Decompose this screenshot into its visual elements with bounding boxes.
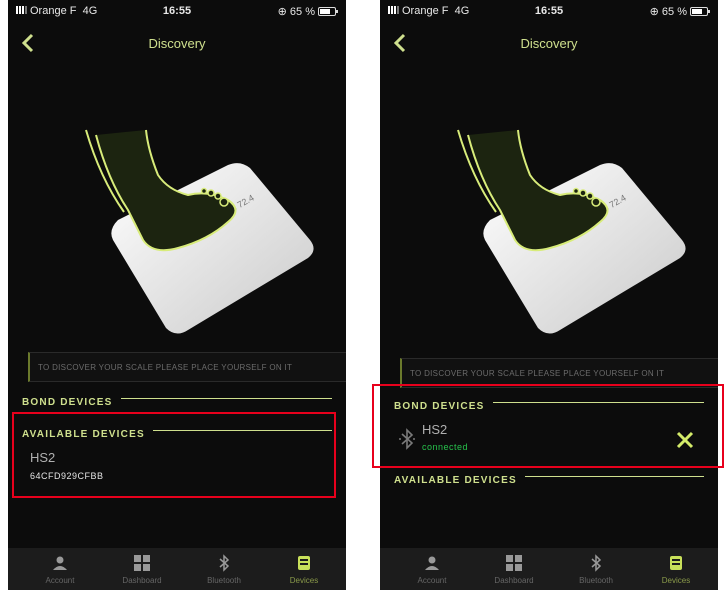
tab-label: Dashboard [122,576,162,585]
phone-screen-discovery-before: Orange F 4G 16:55 ⊕ 65 % Discovery 8 72.… [8,0,346,590]
person-icon [53,556,67,570]
tab-label: Account [417,576,447,585]
phone-screen-discovery-after: Orange F 4G 16:55 ⊕ 65 % Discovery 8 72.… [380,0,718,590]
person-icon [425,556,439,570]
foot-on-scale-illustration: 8 72.4 [85,129,314,334]
page-title: Discovery [148,36,206,51]
foot-icon [85,129,237,252]
tab-label: Bluetooth [579,576,613,585]
tab-account[interactable]: Account [18,548,102,590]
battery-icon [690,7,710,16]
highlight-box-available-devices [12,412,336,498]
section-label: AVAILABLE DEVICES [394,475,525,486]
status-bar: Orange F 4G 16:55 ⊕ 65 % [380,0,718,22]
section-label: AVAILABLE DEVICES [22,429,153,440]
tab-dashboard[interactable]: Dashboard [472,548,556,590]
foot-on-scale-illustration: 8 72.4 [457,129,686,334]
tab-bar: Account Dashboard Bluetooth Devices [380,548,718,590]
foot-icon [457,129,609,252]
grid-icon [506,555,522,571]
alarm-icon: ⊕ [649,6,659,18]
tab-account[interactable]: Account [390,548,474,590]
highlight-box-bond-devices [372,384,724,468]
bluetooth-icon [219,554,230,572]
alarm-icon: ⊕ [277,6,287,18]
grid-icon [134,555,150,571]
tab-label: Bluetooth [207,576,241,585]
battery: ⊕ 65 % [277,5,338,18]
page-title: Discovery [520,36,578,51]
tab-devices[interactable]: Devices [262,548,346,590]
tab-devices[interactable]: Devices [634,548,718,590]
tab-label: Dashboard [494,576,534,585]
tab-label: Account [45,576,75,585]
tab-label: Devices [661,576,691,585]
tab-label: Devices [289,576,319,585]
bluetooth-icon [591,554,602,572]
tab-bar: Account Dashboard Bluetooth Devices [8,548,346,590]
status-bar: Orange F 4G 16:55 ⊕ 65 % [8,0,346,22]
battery-percent: 65 % [289,6,315,18]
section-available-devices: AVAILABLE DEVICES [394,470,704,486]
tab-dashboard[interactable]: Dashboard [100,548,184,590]
scale-icon [670,556,682,570]
scale-icon [298,556,310,570]
nav-bar: Discovery [8,22,346,66]
tab-bluetooth[interactable]: Bluetooth [182,548,266,590]
battery: ⊕ 65 % [649,5,710,18]
battery-icon [318,7,338,16]
section-bond-devices: BOND DEVICES [22,392,332,408]
nav-bar: Discovery [380,22,718,66]
section-label: BOND DEVICES [22,397,121,408]
battery-percent: 65 % [661,6,687,18]
discover-hint: TO DISCOVER YOUR SCALE PLEASE PLACE YOUR… [28,352,346,382]
section-label: BOND DEVICES [394,401,493,412]
tab-bluetooth[interactable]: Bluetooth [554,548,638,590]
